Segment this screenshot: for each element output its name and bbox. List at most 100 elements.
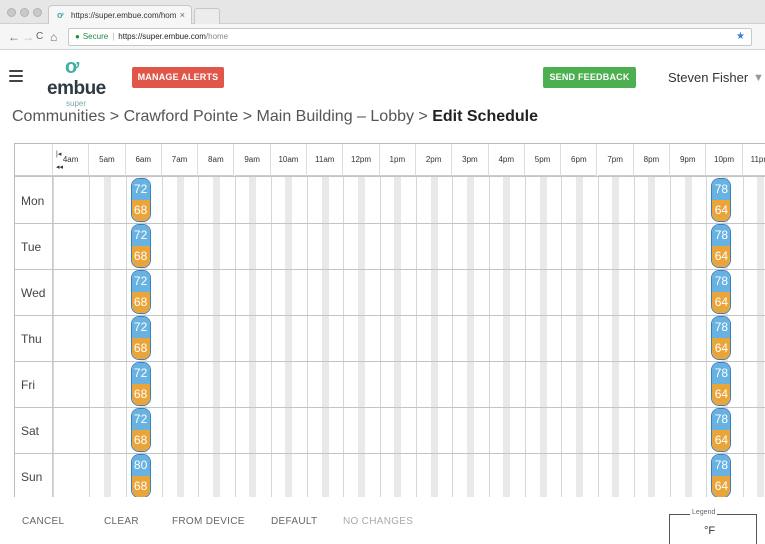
new-tab-button[interactable]	[194, 8, 220, 24]
heat-setpoint[interactable]: 68	[131, 246, 150, 267]
hour-column-divider	[379, 177, 381, 497]
hour-header-10pm: 10pm	[706, 144, 743, 176]
clear-button[interactable]: CLEAR	[104, 516, 139, 527]
hour-column-stripe	[358, 177, 366, 497]
embue-logo-mark-icon: ơ	[65, 56, 80, 78]
header-corner	[15, 144, 53, 176]
setpoint-night-sun[interactable]: 78 64	[711, 454, 732, 497]
hour-column-divider	[706, 177, 708, 497]
heat-setpoint[interactable]: 68	[131, 430, 150, 451]
cool-setpoint[interactable]: 72	[131, 271, 150, 292]
heat-setpoint[interactable]: 64	[712, 338, 731, 359]
hour-header-12pm: 12pm	[343, 144, 380, 176]
heat-setpoint[interactable]: 68	[131, 476, 150, 497]
cool-setpoint[interactable]: 78	[712, 455, 731, 476]
heat-setpoint[interactable]: 64	[712, 430, 731, 451]
setpoint-morning-thu[interactable]: 72 68	[130, 316, 151, 360]
hour-column-divider	[53, 177, 54, 497]
window-minimize-button[interactable]	[20, 8, 29, 17]
default-button[interactable]: DEFAULT	[271, 516, 317, 527]
from-device-button[interactable]: FROM DEVICE	[172, 516, 245, 527]
hour-column-divider	[633, 177, 635, 497]
embue-logo[interactable]: ơ embue super	[47, 56, 117, 110]
hour-header-6pm: 6pm	[561, 144, 598, 176]
hour-column-stripe	[503, 177, 511, 497]
reload-icon[interactable]: C	[36, 28, 43, 46]
setpoint-night-tue[interactable]: 78 64	[711, 224, 732, 268]
heat-setpoint[interactable]: 64	[712, 246, 731, 267]
hour-column-divider	[561, 177, 563, 497]
day-label-sat: Sat	[21, 424, 40, 438]
window-close-button[interactable]	[7, 8, 16, 17]
hour-column-stripe	[575, 177, 583, 497]
cool-setpoint[interactable]: 78	[712, 271, 731, 292]
breadcrumb-trail[interactable]: Communities > Crawford Pointe > Main Bui…	[12, 108, 432, 125]
setpoint-night-fri[interactable]: 78 64	[711, 362, 732, 406]
cool-setpoint[interactable]: 78	[712, 363, 731, 384]
window-zoom-button[interactable]	[33, 8, 42, 17]
hour-header-2pm: 2pm	[416, 144, 453, 176]
day-label-tue: Tue	[21, 240, 42, 254]
cool-setpoint[interactable]: 78	[712, 225, 731, 246]
cool-setpoint[interactable]: 72	[131, 225, 150, 246]
page-title: Edit Schedule	[432, 108, 539, 125]
cancel-button[interactable]: CANCEL	[22, 516, 64, 527]
home-icon[interactable]: ⌂	[50, 28, 57, 46]
hour-column-divider	[343, 177, 345, 497]
tab-close-icon[interactable]: ×	[180, 6, 185, 25]
forward-arrow-icon[interactable]: →	[22, 28, 34, 46]
row-divider	[15, 453, 765, 454]
hour-column-stripe	[321, 177, 329, 497]
heat-setpoint[interactable]: 64	[712, 292, 731, 313]
setpoint-morning-tue[interactable]: 72 68	[130, 224, 151, 268]
setpoint-night-sat[interactable]: 78 64	[711, 408, 732, 452]
hour-column-stripe	[212, 177, 220, 497]
no-changes-button: NO CHANGES	[343, 516, 414, 527]
setpoint-night-thu[interactable]: 78 64	[711, 316, 732, 360]
hamburger-menu-icon[interactable]	[9, 70, 23, 82]
setpoint-night-wed[interactable]: 78 64	[711, 270, 732, 314]
browser-tab[interactable]: ơ https://super.embue.com/hom ×	[48, 5, 192, 25]
scroll-back-icon[interactable]: ◂◂	[56, 164, 63, 171]
tab-title: https://super.embue.com/hom	[71, 11, 177, 20]
back-arrow-icon[interactable]: ←	[8, 28, 20, 46]
cool-setpoint[interactable]: 78	[712, 409, 731, 430]
setpoint-night-mon[interactable]: 78 64	[711, 178, 732, 222]
heat-setpoint[interactable]: 64	[712, 384, 731, 405]
setpoint-morning-sun[interactable]: 80 68	[130, 454, 151, 497]
heat-setpoint[interactable]: 64	[712, 200, 731, 221]
heat-setpoint[interactable]: 68	[131, 292, 150, 313]
cool-setpoint[interactable]: 80	[131, 455, 150, 476]
send-feedback-button[interactable]: SEND FEEDBACK	[543, 67, 636, 88]
cool-setpoint[interactable]: 72	[131, 363, 150, 384]
setpoint-morning-wed[interactable]: 72 68	[130, 270, 151, 314]
day-label-sun: Sun	[21, 470, 43, 484]
bookmark-star-icon[interactable]: ★	[736, 29, 745, 45]
heat-setpoint[interactable]: 68	[131, 384, 150, 405]
hour-column-divider	[742, 177, 744, 497]
cool-setpoint[interactable]: 78	[712, 179, 731, 200]
scroll-first-icon[interactable]: |◂	[56, 151, 61, 158]
manage-alerts-button[interactable]: MANAGE ALERTS	[132, 67, 224, 88]
user-menu[interactable]: Steven Fisher	[668, 70, 748, 85]
heat-setpoint[interactable]: 64	[712, 476, 731, 497]
day-label-fri: Fri	[21, 378, 35, 392]
cool-setpoint[interactable]: 72	[131, 179, 150, 200]
hour-column-stripe	[757, 177, 765, 497]
heat-setpoint[interactable]: 68	[131, 200, 150, 221]
hour-header-6am: 6am	[125, 144, 162, 176]
row-divider	[15, 223, 765, 224]
heat-setpoint[interactable]: 68	[131, 338, 150, 359]
setpoint-morning-mon[interactable]: 72 68	[130, 178, 151, 222]
cool-setpoint[interactable]: 78	[712, 317, 731, 338]
day-label-mon: Mon	[21, 194, 45, 208]
address-bar[interactable]: ● Secure | https://super.embue.com/home ★	[68, 28, 752, 46]
cool-setpoint[interactable]: 72	[131, 409, 150, 430]
setpoint-morning-sat[interactable]: 72 68	[130, 408, 151, 452]
setpoint-morning-fri[interactable]: 72 68	[130, 362, 151, 406]
hour-column-divider	[307, 177, 309, 497]
day-label-thu: Thu	[21, 332, 42, 346]
user-menu-caret-icon[interactable]: ▼	[753, 72, 764, 84]
cool-setpoint[interactable]: 72	[131, 317, 150, 338]
hour-header-8pm: 8pm	[633, 144, 671, 176]
